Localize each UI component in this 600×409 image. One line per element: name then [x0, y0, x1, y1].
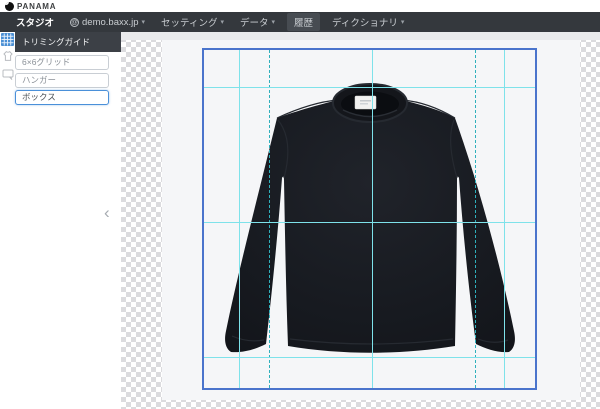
guide-line-vertical-dashed[interactable]	[269, 50, 270, 388]
guide-line-vertical[interactable]	[504, 50, 505, 388]
nav-item-studio[interactable]: スタジオ	[8, 15, 62, 29]
nav-item-dictionary[interactable]: ディクショナリ ▾	[324, 15, 412, 29]
panel-title: トリミングガイド	[15, 32, 121, 52]
shirt-tool-icon[interactable]	[2, 49, 14, 61]
chevron-down-icon: ▾	[220, 18, 224, 26]
at-icon: @	[70, 18, 79, 27]
nav-item-domain-menu[interactable]: @ demo.baxx.jp ▾	[62, 17, 153, 28]
workspace-top-strip	[121, 32, 600, 40]
nav-item-data[interactable]: データ ▾	[232, 15, 283, 29]
panama-logo-icon	[5, 2, 14, 11]
guide-button-grid[interactable]: 6×6グリッド	[15, 55, 109, 70]
left-sidebar: トリミングガイド 6×6グリッド ハンガー ボックス ‹	[0, 32, 121, 409]
chevron-down-icon: ▾	[272, 18, 276, 26]
nav-item-settings[interactable]: セッティング ▾	[153, 15, 232, 29]
guide-line-horizontal[interactable]	[204, 87, 535, 88]
main-navbar: スタジオ @ demo.baxx.jp ▾ セッティング ▾ データ ▾ 履歴 …	[0, 12, 600, 32]
sidebar-collapse-chevron[interactable]: ‹	[104, 204, 110, 221]
image-canvas[interactable]	[162, 40, 580, 400]
guide-button-hanger[interactable]: ハンガー	[15, 73, 109, 88]
grid-tool-icon[interactable]	[1, 33, 14, 46]
guide-box[interactable]	[202, 48, 537, 390]
chevron-down-icon: ▾	[401, 18, 405, 26]
guide-line-vertical[interactable]	[239, 50, 240, 388]
workspace	[121, 32, 600, 409]
guide-line-vertical[interactable]	[372, 50, 373, 388]
brand-name: PANAMA	[17, 2, 56, 11]
comment-tool-icon[interactable]	[2, 67, 14, 79]
chevron-down-icon: ▾	[142, 18, 146, 26]
guide-line-vertical-dashed[interactable]	[475, 50, 476, 388]
guide-line-horizontal[interactable]	[204, 357, 535, 358]
nav-item-history[interactable]: 履歴	[287, 13, 320, 31]
guide-line-horizontal[interactable]	[204, 222, 535, 223]
app-topbar: PANAMA	[0, 0, 600, 12]
guide-button-box[interactable]: ボックス	[15, 90, 109, 105]
